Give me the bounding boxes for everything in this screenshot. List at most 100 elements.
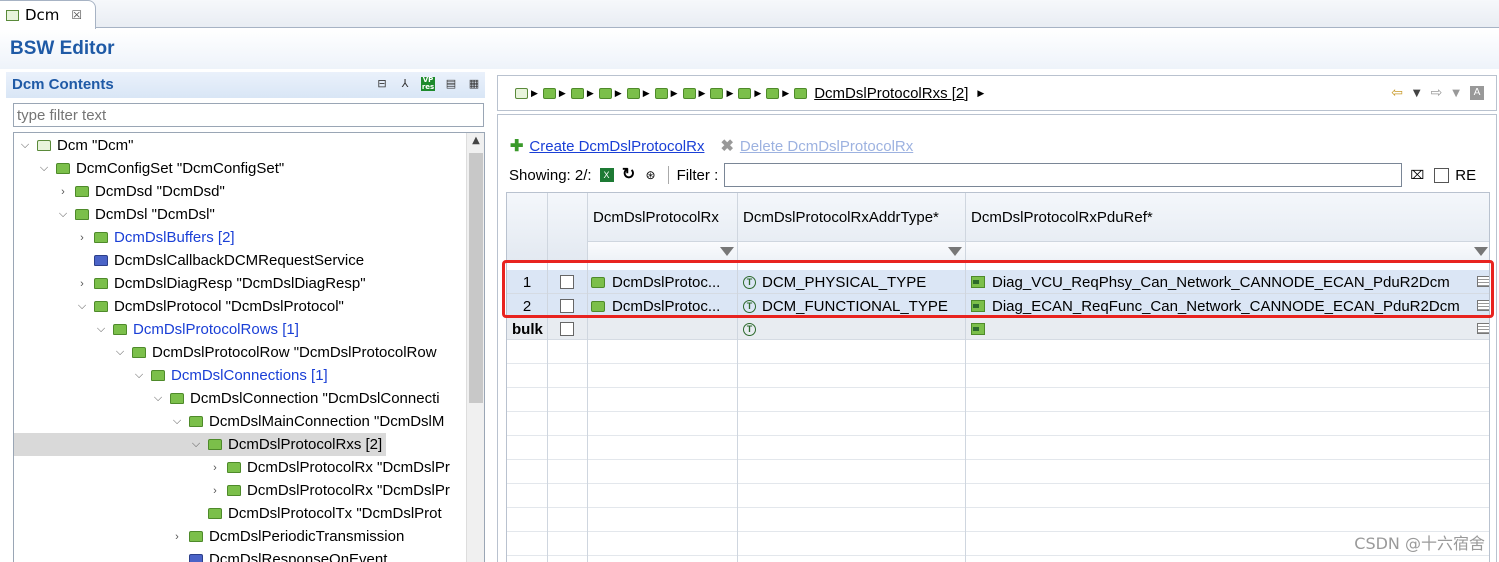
contents-toolbar: ⊟ ⅄ VP res ▤ ▦: [375, 77, 481, 91]
collapsed-icon[interactable]: ›: [208, 485, 222, 497]
tree-item[interactable]: ⌵ DcmDslProtocol "DcmDslProtocol": [14, 295, 344, 318]
forward-dropdown-icon[interactable]: ▼: [1452, 88, 1460, 99]
expanded-icon[interactable]: ⌵: [170, 415, 184, 428]
expanded-icon[interactable]: ⌵: [56, 208, 70, 221]
tree-item[interactable]: › DcmDslDiagResp "DcmDslDiagResp": [14, 272, 365, 295]
tree-item[interactable]: › DcmDsd "DcmDsd": [14, 180, 225, 203]
expanded-icon[interactable]: ⌵: [94, 323, 108, 336]
bulk-row[interactable]: bulk T: [507, 318, 1489, 340]
funnel-icon[interactable]: [1474, 247, 1488, 256]
folder-icon[interactable]: [542, 88, 556, 99]
funnel-icon[interactable]: [720, 247, 734, 256]
collapsed-icon[interactable]: ›: [75, 278, 89, 290]
expanded-icon[interactable]: ⌵: [37, 162, 51, 175]
folder-icon[interactable]: [570, 88, 584, 99]
document-icon[interactable]: ▤: [444, 77, 458, 91]
breadcrumb-arrow-icon[interactable]: ▶: [643, 88, 650, 99]
folder-icon[interactable]: [626, 88, 640, 99]
expanded-icon[interactable]: ⌵: [151, 392, 165, 405]
regex-checkbox[interactable]: [1434, 167, 1450, 183]
folder-icon[interactable]: [682, 88, 696, 99]
breadcrumb-current[interactable]: DcmDslProtocolRxs [2]: [814, 85, 968, 102]
folder-icon[interactable]: [598, 88, 612, 99]
tree-scrollbar[interactable]: ▲: [466, 133, 484, 562]
vp-res-icon[interactable]: VP res: [421, 77, 435, 91]
breadcrumb-arrow-icon[interactable]: ▶: [754, 88, 761, 99]
refresh-icon[interactable]: ↻: [622, 167, 636, 183]
tree-item[interactable]: › DcmDslProtocolRx "DcmDslPr: [14, 479, 450, 502]
expanded-icon[interactable]: ⌵: [18, 139, 32, 152]
tree-item[interactable]: ⌵ DcmDslMainConnection "DcmDslM: [14, 410, 445, 433]
link-icon[interactable]: ⊛: [644, 168, 658, 182]
tree-item[interactable]: ⌵ DcmDslProtocolRows [1]: [14, 318, 299, 341]
contents-tree: DcmDslResponseOnEvent › DcmDslPeriodicTran…: [13, 132, 485, 562]
breadcrumb-arrow-icon[interactable]: ▶: [531, 88, 538, 99]
tree-item[interactable]: ⌵ DcmConfigSet "DcmConfigSet": [14, 157, 284, 180]
column-header-addr-type[interactable]: DcmDslProtocolRxAddrType*: [743, 209, 939, 226]
tree-item[interactable]: ⌵ Dcm "Dcm": [14, 134, 134, 157]
table-view-icon[interactable]: ▦: [467, 77, 481, 91]
collapsed-icon[interactable]: ›: [170, 531, 184, 543]
clear-filter-icon[interactable]: ⌧: [1410, 168, 1424, 182]
tree-item[interactable]: ⌵ DcmDslProtocolRow "DcmDslProtocolRow: [14, 341, 437, 364]
forward-arrow-icon[interactable]: ⇨: [1431, 85, 1443, 101]
module-icon[interactable]: [515, 88, 528, 99]
collapsed-icon[interactable]: ›: [75, 232, 89, 244]
breadcrumb-arrow-icon[interactable]: ▶: [977, 88, 984, 99]
bulk-pdu-ref-cell[interactable]: [971, 318, 1001, 340]
expanded-icon[interactable]: ⌵: [132, 369, 146, 382]
bulk-checkbox[interactable]: [560, 322, 574, 336]
tree-item[interactable]: › DcmDslPeriodicTransmission: [14, 525, 404, 548]
column-header-pdu-ref[interactable]: DcmDslProtocolRxPduRef*: [971, 209, 1153, 226]
bulk-select-cell: [560, 318, 587, 340]
breadcrumb-arrow-icon[interactable]: ▶: [615, 88, 622, 99]
folder-icon[interactable]: [710, 88, 724, 99]
column-filter[interactable]: [737, 241, 965, 260]
breadcrumb-arrow-icon[interactable]: ▶: [782, 88, 789, 99]
funnel-icon[interactable]: [948, 247, 962, 256]
collapsed-icon[interactable]: ›: [56, 186, 70, 198]
collapsed-icon[interactable]: ›: [208, 462, 222, 474]
excel-export-icon[interactable]: X: [599, 168, 614, 182]
breadcrumb-arrow-icon[interactable]: ▶: [699, 88, 706, 99]
create-link[interactable]: Create DcmDslProtocolRx: [529, 138, 704, 155]
tree-item[interactable]: ⌵ DcmDslConnections [1]: [14, 364, 328, 387]
breadcrumb-arrow-icon[interactable]: ▶: [587, 88, 594, 99]
expanded-icon[interactable]: ⌵: [75, 300, 89, 313]
hierarchy-icon[interactable]: ⅄: [398, 77, 412, 91]
back-arrow-icon[interactable]: ⇦: [1391, 85, 1403, 101]
breadcrumb-arrow-icon[interactable]: ▶: [726, 88, 733, 99]
tree-item[interactable]: › DcmDslBuffers [2]: [14, 226, 234, 249]
table-filter-input[interactable]: [724, 163, 1403, 187]
tree-item[interactable]: ⌵ DcmDsl "DcmDsl": [14, 203, 215, 226]
scroll-up-icon[interactable]: ▲: [467, 135, 484, 146]
table-icon[interactable]: [1477, 323, 1489, 334]
breadcrumb-arrow-icon[interactable]: ▶: [671, 88, 678, 99]
folder-icon[interactable]: [738, 88, 752, 99]
folder-icon[interactable]: [654, 88, 668, 99]
bulk-addr-type-cell[interactable]: T: [743, 318, 773, 340]
plus-icon[interactable]: ✚: [510, 136, 523, 156]
column-filter[interactable]: [587, 241, 737, 260]
table-actions: ✚ Create DcmDslProtocolRx ✖ Delete DcmDs…: [510, 136, 913, 156]
tree-filter-input[interactable]: [13, 103, 484, 127]
expanded-icon[interactable]: ⌵: [113, 346, 127, 359]
back-dropdown-icon[interactable]: ▼: [1413, 88, 1421, 99]
watermark: CSDN @十六宿舍: [1354, 534, 1485, 553]
tree-item[interactable]: DcmDslProtocolTx "DcmDslProt: [14, 502, 442, 525]
tree-item[interactable]: DcmDslCallbackDCMRequestService: [14, 249, 364, 272]
breadcrumb-arrow-icon[interactable]: ▶: [559, 88, 566, 99]
folder-icon[interactable]: [766, 88, 780, 99]
close-icon[interactable]: ☒: [71, 8, 82, 22]
tab-dcm[interactable]: Dcm ☒: [0, 0, 96, 29]
tree-item[interactable]: › DcmDslProtocolRx "DcmDslPr: [14, 456, 450, 479]
text-mode-icon[interactable]: A: [1470, 86, 1484, 100]
collapse-all-icon[interactable]: ⊟: [375, 77, 389, 91]
tree-item[interactable]: ⌵ DcmDslProtocolRxs [2]: [14, 433, 387, 456]
column-header-name[interactable]: DcmDslProtocolRx: [593, 209, 719, 226]
column-filter[interactable]: [965, 241, 1489, 260]
scrollbar-thumb[interactable]: [469, 153, 483, 403]
tree-item[interactable]: ⌵ DcmDslConnection "DcmDslConnecti: [14, 387, 440, 410]
expanded-icon[interactable]: ⌵: [189, 438, 203, 451]
tree-item[interactable]: DcmDslResponseOnEvent: [14, 548, 387, 562]
